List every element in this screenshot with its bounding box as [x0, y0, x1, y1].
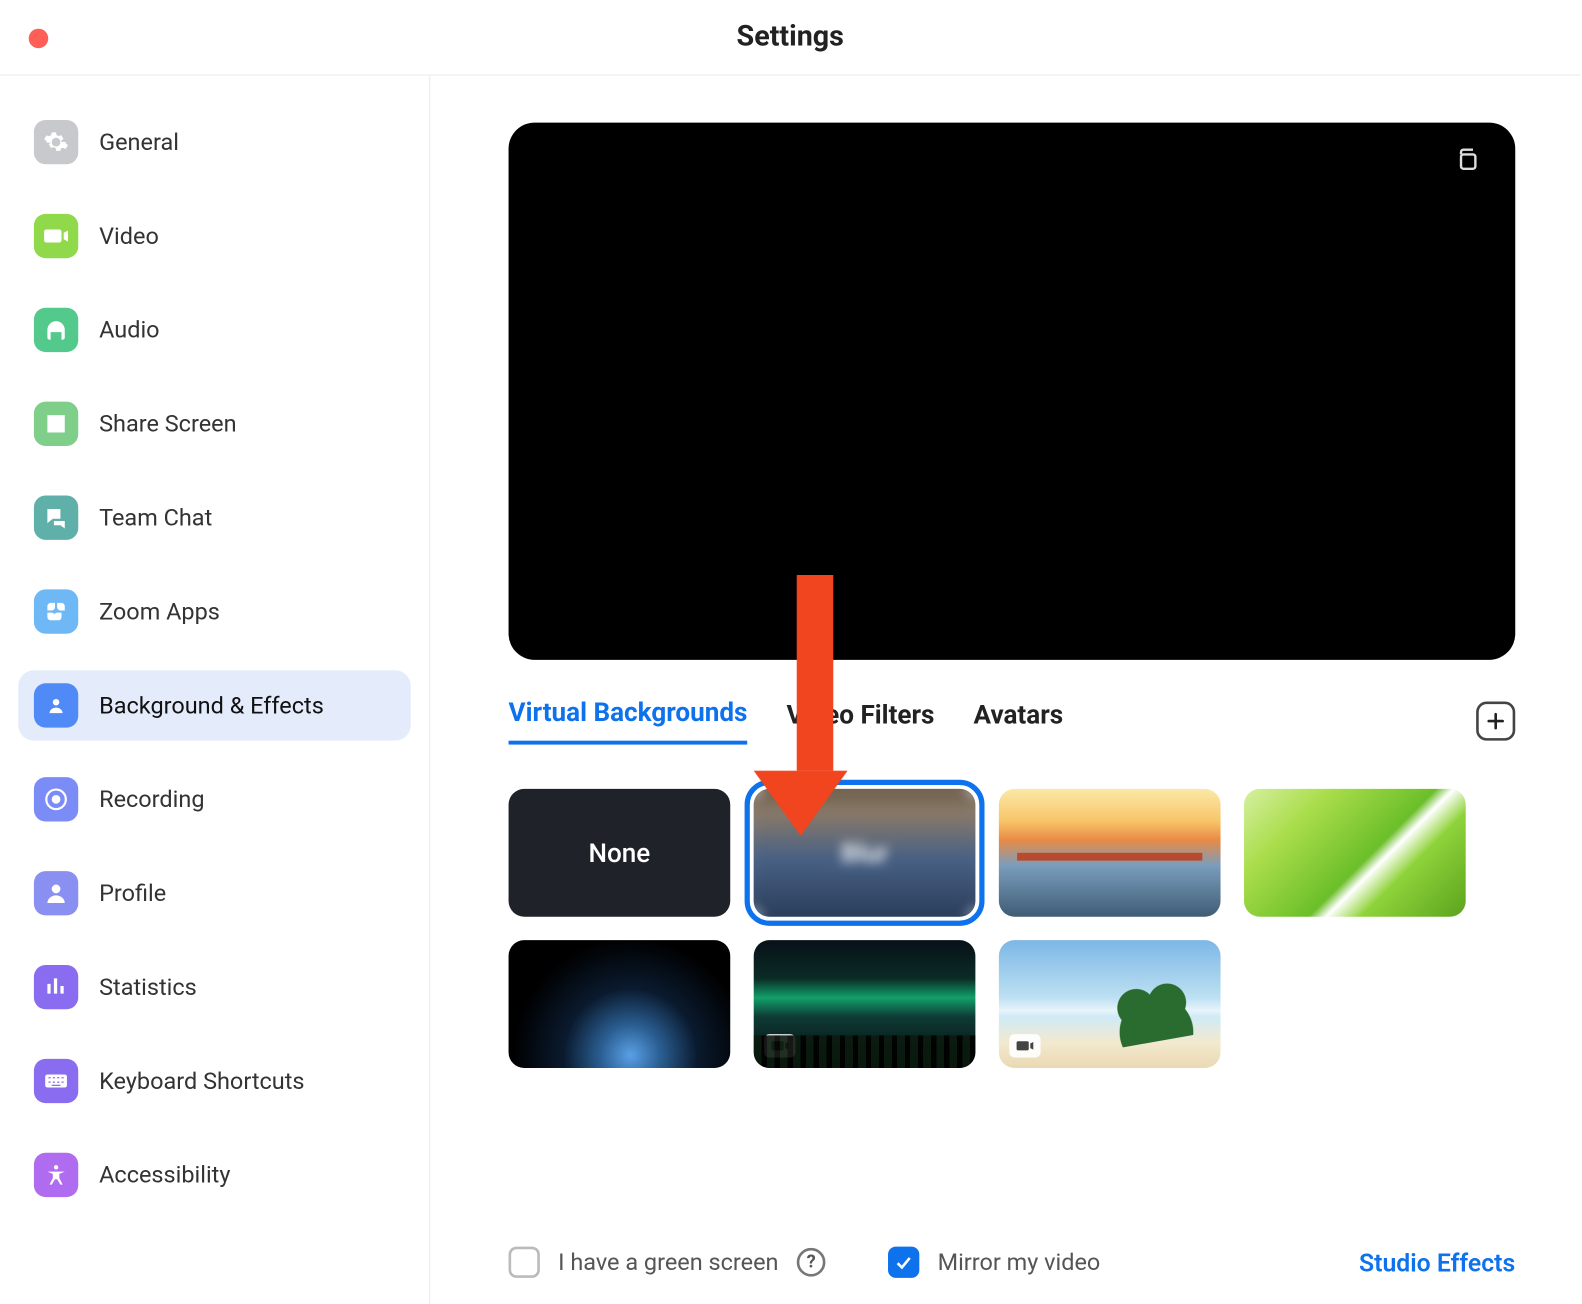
window-title: Settings [737, 21, 844, 54]
sidebar-item-video[interactable]: Video [18, 201, 411, 271]
mirror-video-label: Mirror my video [938, 1249, 1101, 1276]
background-tile-label: None [588, 837, 650, 868]
main-panel: Virtual Backgrounds Video Filters Avatar… [430, 76, 1580, 1304]
sidebar-item-label: Profile [99, 880, 166, 907]
sidebar-item-label: Video [99, 222, 159, 249]
person-icon [34, 683, 78, 727]
sidebar-item-label: General [99, 128, 179, 155]
video-background-icon [1009, 1034, 1040, 1057]
video-background-icon [764, 1034, 795, 1057]
green-screen-checkbox[interactable] [509, 1247, 540, 1278]
sidebar-item-label: Recording [99, 786, 204, 813]
tab-avatars[interactable]: Avatars [974, 698, 1064, 742]
footer-controls: I have a green screen ? Mirror my video … [509, 1194, 1516, 1277]
sidebar-item-profile[interactable]: Profile [18, 858, 411, 928]
sidebar-item-label: Audio [99, 316, 159, 343]
sidebar-item-label: Keyboard Shortcuts [99, 1067, 304, 1094]
settings-sidebar: General Video Audio Share Screen Team Chat Zo… [0, 76, 430, 1304]
background-grid: None Blur [509, 789, 1516, 1068]
sidebar-item-accessibility[interactable]: Accessibility [18, 1140, 411, 1210]
background-tile-none[interactable]: None [509, 789, 731, 917]
tab-video-filters[interactable]: Video Filters [787, 698, 935, 742]
apps-icon [34, 589, 78, 633]
record-icon [34, 777, 78, 821]
sidebar-item-keyboard-shortcuts[interactable]: Keyboard Shortcuts [18, 1046, 411, 1116]
add-background-button[interactable] [1476, 701, 1515, 740]
chat-icon [34, 496, 78, 540]
background-tile-grass[interactable] [1244, 789, 1466, 917]
background-tile-beach[interactable] [999, 940, 1221, 1068]
titlebar: Settings [0, 0, 1580, 76]
sidebar-item-label: Accessibility [99, 1161, 230, 1188]
green-screen-help-icon[interactable]: ? [797, 1248, 826, 1277]
sidebar-item-background-effects[interactable]: Background & Effects [18, 670, 411, 740]
sidebar-item-recording[interactable]: Recording [18, 764, 411, 834]
tab-virtual-backgrounds[interactable]: Virtual Backgrounds [509, 696, 748, 744]
profile-icon [34, 871, 78, 915]
green-screen-label: I have a green screen [558, 1249, 778, 1276]
stats-icon [34, 965, 78, 1009]
accessibility-icon [34, 1153, 78, 1197]
keyboard-icon [34, 1059, 78, 1103]
sidebar-item-audio[interactable]: Audio [18, 295, 411, 365]
gear-icon [34, 120, 78, 164]
sidebar-item-label: Share Screen [99, 410, 236, 437]
background-tile-blur[interactable]: Blur [754, 789, 976, 917]
mirror-video-checkbox[interactable] [888, 1247, 919, 1278]
sidebar-item-team-chat[interactable]: Team Chat [18, 482, 411, 552]
sidebar-item-label: Statistics [99, 973, 197, 1000]
background-tile-aurora-borealis[interactable] [754, 940, 976, 1068]
sidebar-item-label: Zoom Apps [99, 598, 220, 625]
background-tabs: Virtual Backgrounds Video Filters Avatar… [509, 696, 1516, 744]
close-window-button[interactable] [29, 29, 49, 49]
rotate-camera-icon[interactable] [1453, 146, 1482, 180]
headphones-icon [34, 308, 78, 352]
sidebar-item-share-screen[interactable]: Share Screen [18, 389, 411, 459]
share-icon [34, 402, 78, 446]
sidebar-item-zoom-apps[interactable]: Zoom Apps [18, 576, 411, 646]
sidebar-item-label: Team Chat [99, 504, 212, 531]
background-tile-earth-from-space[interactable] [509, 940, 731, 1068]
video-preview [509, 123, 1516, 660]
studio-effects-link[interactable]: Studio Effects [1359, 1247, 1515, 1277]
sidebar-item-general[interactable]: General [18, 107, 411, 177]
sidebar-item-label: Background & Effects [99, 692, 324, 719]
sidebar-item-statistics[interactable]: Statistics [18, 952, 411, 1022]
video-icon [34, 214, 78, 258]
background-tile-golden-gate-bridge[interactable] [999, 789, 1221, 917]
